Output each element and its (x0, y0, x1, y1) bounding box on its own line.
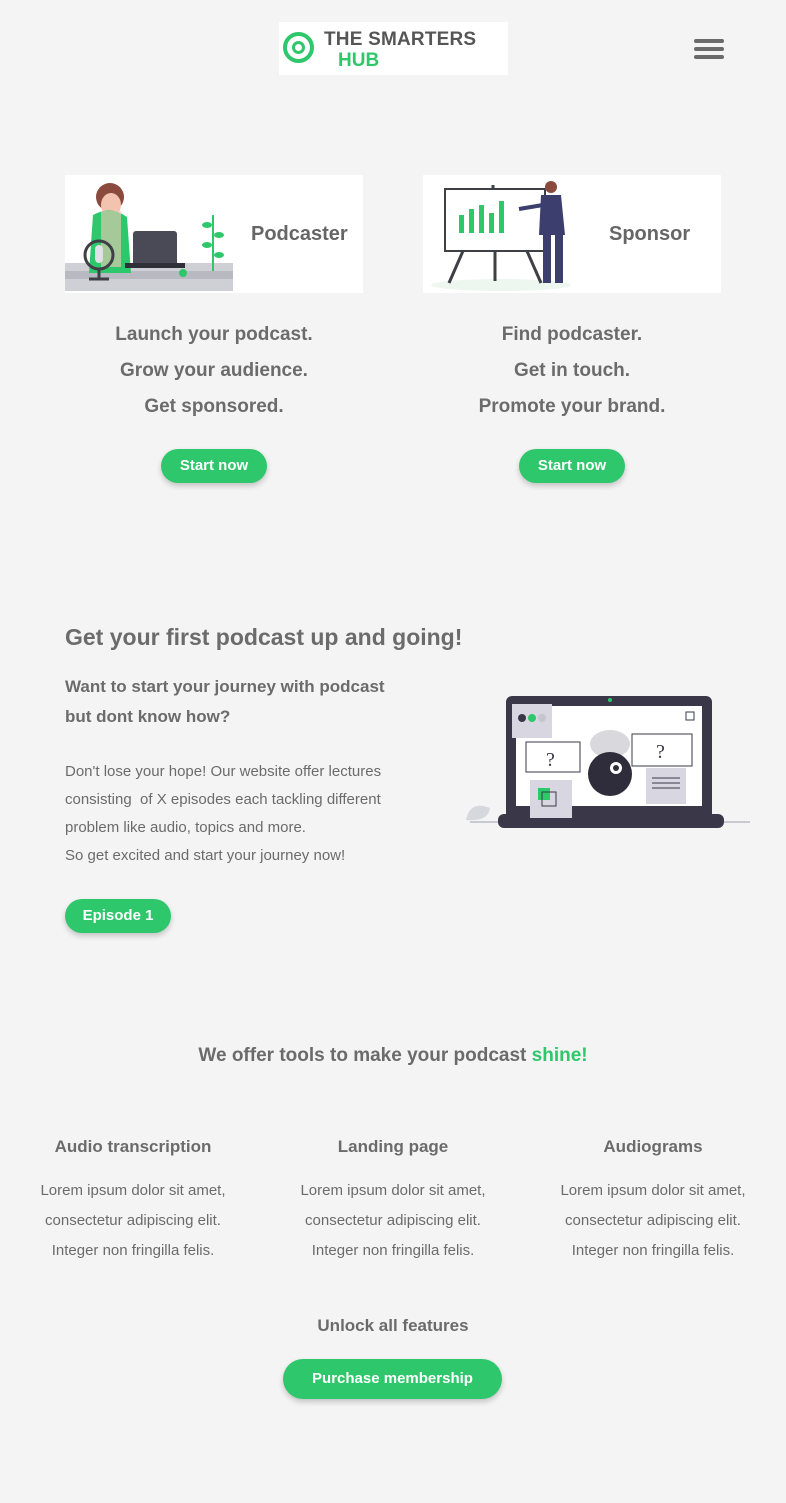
feature-desc-line: Lorem ipsum dolor sit amet, (560, 1182, 746, 1199)
start-now-podcaster-button[interactable]: Start now (161, 449, 267, 483)
tagline-line: Promote your brand. (478, 396, 666, 417)
episode-1-button[interactable]: Episode 1 (65, 899, 171, 933)
feature-title: Audiograms (603, 1137, 703, 1156)
podcaster-tagline: Launch your podcast. Grow your audience.… (65, 317, 363, 425)
feature-desc-line: Integer non fringilla felis. (51, 1242, 215, 1259)
sponsor-tagline: Find podcaster. Get in touch. Promote yo… (423, 317, 721, 425)
feature-title: Audio transcription (54, 1137, 212, 1156)
paragraph-line: So get excited and start your journey no… (65, 847, 346, 864)
logo-ring-icon (283, 32, 314, 63)
feature-desc-line: consectetur adipiscing elit. (45, 1212, 221, 1229)
tagline-line: Get in touch. (513, 360, 631, 381)
subheading-line: but dont know how? (65, 707, 231, 726)
hamburger-menu-icon[interactable] (694, 39, 724, 61)
feature-title: Landing page (337, 1137, 449, 1156)
laptop-illustration: ? ? (466, 696, 750, 828)
logo-text-line1: THE SMARTERS (324, 29, 477, 50)
feature-desc-line: Lorem ipsum dolor sit amet, (300, 1182, 486, 1199)
tools-heading-accent: shine! (531, 1045, 588, 1066)
podcaster-illustration (65, 183, 233, 291)
paragraph-line: problem like audio, topics and more. (65, 819, 306, 836)
intro-paragraph: Don't lose your hope! Our website offer … (65, 758, 415, 870)
subheading-line: Want to start your journey with podcast (65, 677, 385, 696)
sponsor-illustration (431, 181, 571, 291)
intro-heading: Get your first podcast up and going! (65, 624, 463, 650)
start-now-sponsor-button[interactable]: Start now (519, 449, 625, 483)
logo-text-line2: HUB (338, 50, 380, 71)
feature-desc-line: consectetur adipiscing elit. (565, 1212, 741, 1229)
tagline-line: Grow your audience. (120, 360, 308, 381)
paragraph-line: Don't lose your hope! Our website offer … (65, 763, 382, 780)
feature-desc-line: Lorem ipsum dolor sit amet, (40, 1182, 226, 1199)
purchase-membership-button[interactable]: Purchase membership (283, 1359, 502, 1399)
feature-desc-line: Integer non fringilla felis. (311, 1242, 475, 1259)
feature-desc: Lorem ipsum dolor sit amet, consectetur … (538, 1176, 768, 1266)
tagline-line: Launch your podcast. (115, 324, 313, 345)
tools-heading: We offer tools to make your podcast shin… (0, 1045, 786, 1067)
paragraph-line: consisting of X episodes each tackling d… (65, 791, 381, 808)
feature-desc: Lorem ipsum dolor sit amet, consectetur … (278, 1176, 508, 1266)
feature-audiograms: Audiograms Lorem ipsum dolor sit amet, c… (538, 1136, 768, 1266)
podcaster-card[interactable]: Podcaster (65, 175, 363, 293)
feature-desc-line: Integer non fringilla felis. (571, 1242, 735, 1259)
tools-heading-text: We offer tools to make your podcast (198, 1045, 532, 1066)
svg-text:?: ? (546, 749, 555, 771)
card-title-sponsor: Sponsor (609, 223, 691, 245)
feature-desc-line: consectetur adipiscing elit. (305, 1212, 481, 1229)
card-title-podcaster: Podcaster (251, 223, 348, 245)
tagline-line: Find podcaster. (501, 324, 643, 345)
unlock-features-text: Unlock all features (317, 1316, 469, 1335)
brand-logo[interactable]: THE SMARTERS HUB (279, 22, 508, 75)
sponsor-card[interactable]: Sponsor (423, 175, 721, 293)
feature-desc: Lorem ipsum dolor sit amet, consectetur … (18, 1176, 248, 1266)
svg-text:?: ? (656, 741, 665, 763)
feature-audio-transcription: Audio transcription Lorem ipsum dolor si… (18, 1136, 248, 1266)
intro-subheading: Want to start your journey with podcast … (65, 672, 405, 732)
tagline-line: Get sponsored. (144, 396, 284, 417)
feature-landing-page: Landing page Lorem ipsum dolor sit amet,… (278, 1136, 508, 1266)
